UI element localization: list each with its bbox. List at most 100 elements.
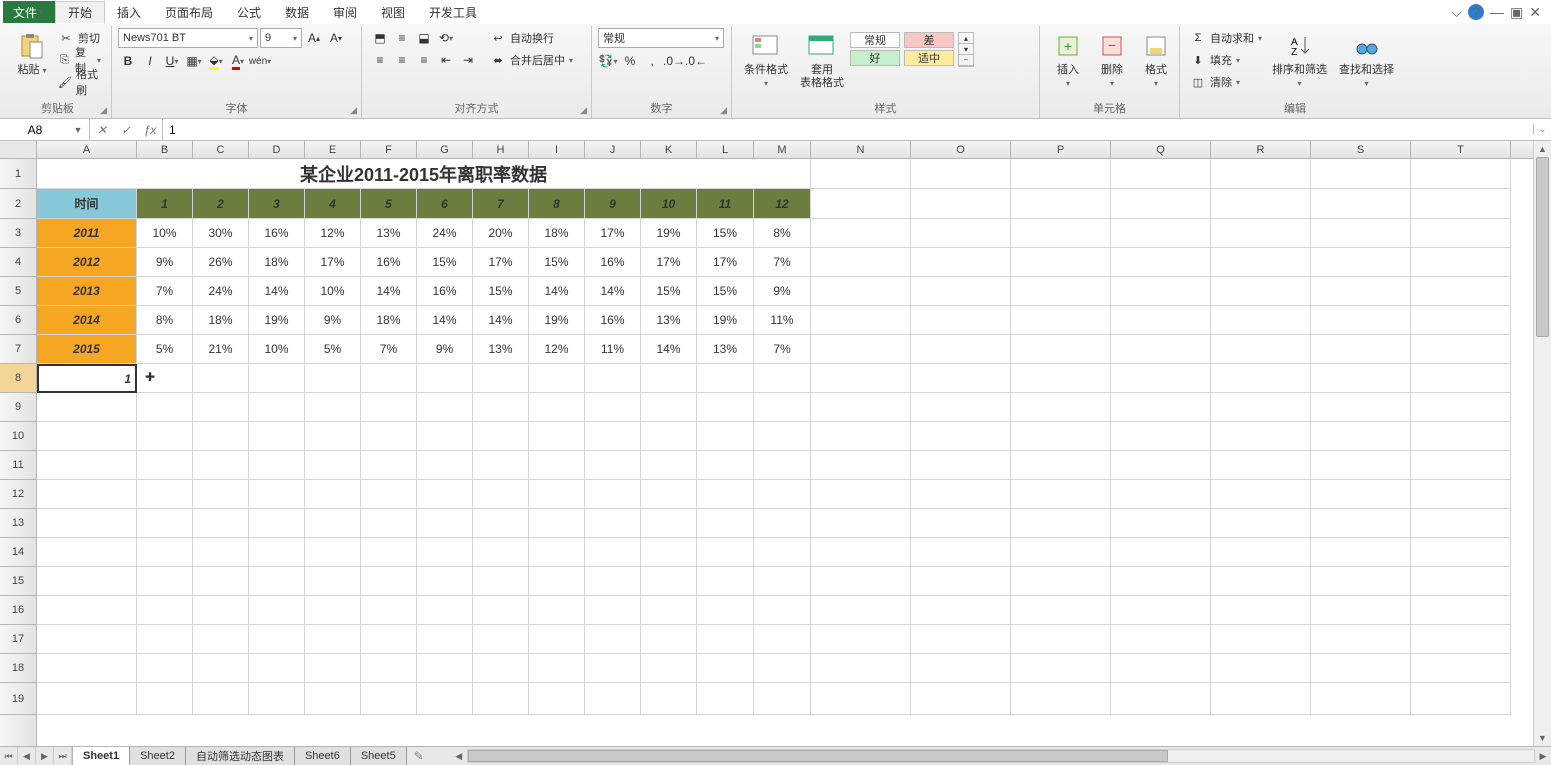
cell[interactable]	[1311, 625, 1411, 654]
column-header[interactable]: I	[529, 141, 585, 158]
cell[interactable]	[754, 654, 811, 683]
cell[interactable]	[361, 422, 417, 451]
cell[interactable]	[473, 567, 529, 596]
cell[interactable]	[1411, 335, 1511, 364]
cell[interactable]	[37, 625, 137, 654]
cell[interactable]	[417, 393, 473, 422]
row-header[interactable]: 9	[0, 393, 36, 422]
cancel-edit-button[interactable]: ✕	[90, 119, 114, 140]
cell[interactable]	[754, 683, 811, 715]
cell[interactable]: 6	[417, 189, 473, 219]
cell[interactable]	[417, 567, 473, 596]
cell[interactable]: 14%	[249, 277, 305, 306]
sheet-tab[interactable]: Sheet2	[130, 747, 186, 765]
cell[interactable]	[37, 422, 137, 451]
cell[interactable]	[911, 567, 1011, 596]
cell[interactable]	[1311, 189, 1411, 219]
cell[interactable]	[37, 538, 137, 567]
cell[interactable]	[193, 567, 249, 596]
column-header[interactable]: M	[754, 141, 811, 158]
bold-button[interactable]: B	[118, 51, 138, 71]
cell[interactable]	[1111, 159, 1211, 189]
number-format-combo[interactable]: 常规▾	[598, 28, 724, 48]
cell[interactable]	[249, 364, 305, 393]
column-header[interactable]: P	[1011, 141, 1111, 158]
cell[interactable]	[1411, 306, 1511, 335]
cell[interactable]: 2014	[37, 306, 137, 335]
cell[interactable]: 24%	[193, 277, 249, 306]
cell[interactable]	[305, 567, 361, 596]
align-top-button[interactable]: ⬒	[370, 28, 390, 48]
cell[interactable]: 5%	[305, 335, 361, 364]
cell[interactable]	[249, 393, 305, 422]
style-bad[interactable]: 差	[904, 32, 954, 48]
vertical-scrollbar[interactable]: ▲ ▼	[1533, 141, 1551, 746]
cells-area[interactable]: 某企业2011-2015年离职率数据时间12345678910111220111…	[37, 159, 1533, 746]
cell[interactable]	[529, 364, 585, 393]
cell[interactable]	[1311, 393, 1411, 422]
cell[interactable]: 17%	[697, 248, 754, 277]
cell[interactable]: 9%	[305, 306, 361, 335]
cell[interactable]	[137, 683, 193, 715]
formula-input[interactable]	[163, 123, 1533, 137]
format-painter-button[interactable]: 🖌格式刷	[56, 72, 103, 92]
cell[interactable]	[1111, 625, 1211, 654]
cell[interactable]	[1211, 306, 1311, 335]
phonetic-button[interactable]: wén▾	[250, 51, 270, 71]
cell[interactable]	[811, 277, 911, 306]
cell[interactable]	[1411, 393, 1511, 422]
cell[interactable]	[417, 451, 473, 480]
cell[interactable]	[811, 683, 911, 715]
dialog-launcher-icon[interactable]: ◢	[350, 105, 357, 116]
cell[interactable]	[305, 451, 361, 480]
cell[interactable]	[585, 393, 641, 422]
cell[interactable]	[641, 364, 697, 393]
cell[interactable]	[193, 393, 249, 422]
cell[interactable]	[417, 422, 473, 451]
cell[interactable]	[473, 451, 529, 480]
cell[interactable]	[1411, 248, 1511, 277]
style-good[interactable]: 好	[850, 50, 900, 66]
cell[interactable]: 8%	[754, 219, 811, 248]
row-header[interactable]: 5	[0, 277, 36, 306]
cell[interactable]	[1111, 683, 1211, 715]
cell[interactable]	[1211, 422, 1311, 451]
cell[interactable]	[1211, 159, 1311, 189]
style-neutral[interactable]: 适中	[904, 50, 954, 66]
cell[interactable]	[529, 480, 585, 509]
cell[interactable]	[1111, 480, 1211, 509]
cell[interactable]	[1311, 248, 1411, 277]
cell[interactable]	[37, 509, 137, 538]
column-header[interactable]: B	[137, 141, 193, 158]
cell[interactable]: 18%	[249, 248, 305, 277]
cell[interactable]	[37, 451, 137, 480]
cell[interactable]	[1011, 335, 1111, 364]
cell[interactable]	[305, 393, 361, 422]
cell[interactable]: 16%	[249, 219, 305, 248]
cell[interactable]	[1211, 538, 1311, 567]
cell[interactable]	[1211, 219, 1311, 248]
cell[interactable]	[911, 306, 1011, 335]
cell[interactable]	[1111, 393, 1211, 422]
cell[interactable]	[361, 393, 417, 422]
cell[interactable]	[1211, 625, 1311, 654]
ribbon-tab[interactable]: 公式	[225, 1, 273, 23]
cell[interactable]	[811, 189, 911, 219]
cell[interactable]	[585, 538, 641, 567]
scroll-left-icon[interactable]: ◀	[451, 751, 467, 762]
dialog-launcher-icon[interactable]: ◢	[100, 105, 107, 116]
gallery-more-icon[interactable]: ⎯	[959, 55, 973, 66]
cell[interactable]: 5%	[137, 335, 193, 364]
cell[interactable]	[1411, 422, 1511, 451]
cell[interactable]	[1411, 654, 1511, 683]
cell[interactable]	[811, 567, 911, 596]
cell[interactable]	[641, 654, 697, 683]
style-normal[interactable]: 常规	[850, 32, 900, 48]
ribbon-tab[interactable]: 页面布局	[153, 1, 225, 23]
cell[interactable]	[754, 538, 811, 567]
cell[interactable]	[1011, 509, 1111, 538]
select-all-button[interactable]	[0, 141, 37, 159]
ribbon-tab[interactable]: 开始	[55, 1, 105, 23]
cell[interactable]	[754, 451, 811, 480]
row-header[interactable]: 19	[0, 683, 36, 715]
